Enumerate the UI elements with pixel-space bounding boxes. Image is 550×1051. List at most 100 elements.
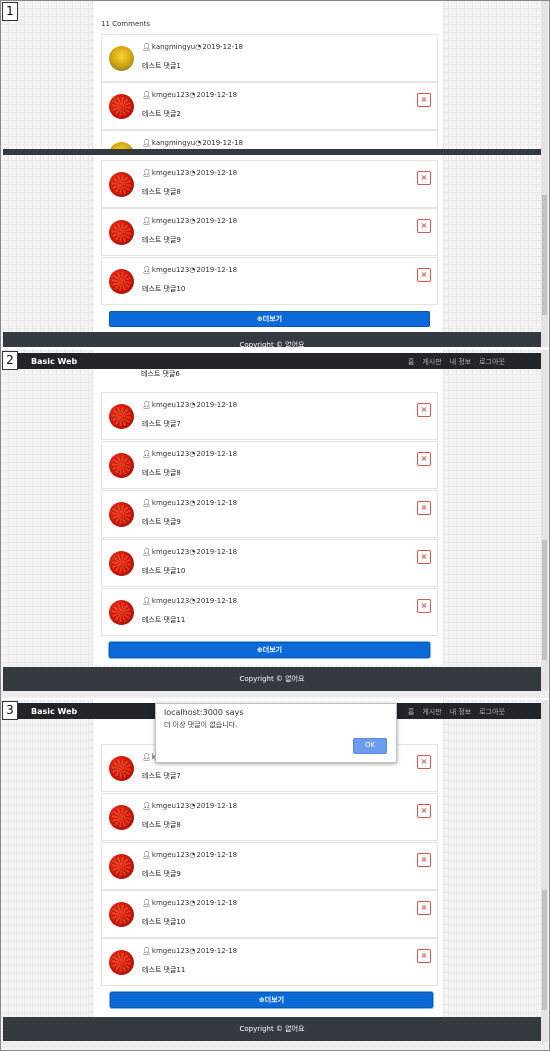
comment-text: 테스트 댓글2 xyxy=(142,110,181,118)
panel-1: 11 Comments 👤︎kangmingyu◔2019-12-18 테스트 … xyxy=(0,0,550,347)
vertical-scrollbar[interactable] xyxy=(541,700,548,1042)
delete-comment-button[interactable]: × xyxy=(417,93,431,107)
comment-meta: 👤︎kmgeu123◔2019-12-18 xyxy=(142,947,237,955)
nav-my-info[interactable]: 내 정보 xyxy=(450,358,472,366)
clock-icon: ◔ xyxy=(189,899,196,907)
comment-item: 👤︎kmgeu123◔2019-12-18 테스트 댓글8 × xyxy=(101,793,438,841)
comment-item: 👤︎kmgeu123◔2019-12-18 테스트 댓글10 × xyxy=(101,539,438,587)
comment-user: kmgeu123 xyxy=(151,499,190,507)
vertical-scrollbar[interactable] xyxy=(541,0,548,347)
comment-text: 테스트 댓글8 xyxy=(142,821,181,829)
clock-icon: ◔ xyxy=(195,139,202,147)
clock-icon: ◔ xyxy=(189,802,196,810)
delete-comment-button[interactable]: × xyxy=(417,403,431,417)
nav-logout[interactable]: 로그아웃 xyxy=(479,358,505,366)
footer: Copyright © 없어요 xyxy=(3,1017,541,1041)
delete-comment-button[interactable]: × xyxy=(417,171,431,185)
nav-board[interactable]: 게시판 xyxy=(422,358,441,366)
delete-comment-button[interactable]: × xyxy=(417,452,431,466)
avatar xyxy=(109,805,134,830)
avatar xyxy=(109,756,134,781)
avatar xyxy=(109,950,134,975)
comment-user: kmgeu123 xyxy=(151,91,190,99)
delete-comment-button[interactable]: × xyxy=(417,550,431,564)
ok-button[interactable]: OK xyxy=(353,738,387,754)
comment-user: kangmingyu xyxy=(151,139,196,147)
comment-text: 테스트 댓글7 xyxy=(142,772,181,780)
delete-comment-button[interactable]: × xyxy=(417,219,431,233)
delete-comment-button[interactable]: × xyxy=(417,501,431,515)
horizontal-scrollbar[interactable] xyxy=(3,1042,541,1048)
load-more-button[interactable]: ⊕더보기 xyxy=(110,992,433,1008)
avatar xyxy=(109,220,134,245)
avatar xyxy=(109,404,134,429)
navbar: Basic Web 홈 게시판 내 정보 로그아웃 xyxy=(3,353,541,369)
user-icon: 👤︎ xyxy=(142,43,151,51)
comment-meta: 👤︎kangmingyu◔2019-12-18 xyxy=(142,139,243,147)
comment-item: 👤︎kmgeu123◔2019-12-18 테스트 댓글11 × xyxy=(101,588,438,636)
comment-meta: 👤︎kmgeu123◔2019-12-18 xyxy=(142,548,237,556)
avatar xyxy=(109,551,134,576)
nav-my-info[interactable]: 내 정보 xyxy=(450,708,472,716)
clock-icon: ◔ xyxy=(189,91,196,99)
delete-comment-button[interactable]: × xyxy=(417,599,431,613)
comment-item: 👤︎kangmingyu◔2019-12-18 xyxy=(101,130,438,150)
comment-user: kmgeu123 xyxy=(151,266,190,274)
comment-date: 2019-12-18 xyxy=(196,169,238,177)
user-icon: 👤︎ xyxy=(142,899,151,907)
clock-icon: ◔ xyxy=(189,947,196,955)
clock-icon: ◔ xyxy=(189,217,196,225)
comments-count: 11 Comments xyxy=(101,20,151,28)
comment-meta: 👤︎kangmingyu◔2019-12-18 xyxy=(142,43,243,51)
comment-user: kangmingyu xyxy=(151,43,196,51)
delete-comment-button[interactable]: × xyxy=(417,755,431,769)
comment-text: 테스트 댓글9 xyxy=(142,518,181,526)
avatar xyxy=(109,46,134,71)
vertical-scrollbar[interactable] xyxy=(541,350,548,691)
user-icon: 👤︎ xyxy=(142,450,151,458)
comment-meta: 👤︎kmgeu123◔2019-12-18 xyxy=(142,851,237,859)
comment-text: 테스트 댓글11 xyxy=(142,966,186,974)
nav-home[interactable]: 홈 xyxy=(408,358,414,366)
avatar xyxy=(109,172,134,197)
nav-home[interactable]: 홈 xyxy=(408,708,414,716)
comment-user: kmgeu123 xyxy=(151,802,190,810)
comment-text: 테스트 댓글8 xyxy=(142,469,181,477)
brand-logo[interactable]: Basic Web xyxy=(31,707,77,716)
comment-text: 테스트 댓글9 xyxy=(142,870,181,878)
dialog-title: localhost:3000 says xyxy=(164,708,244,717)
brand-logo[interactable]: Basic Web xyxy=(31,357,77,366)
comment-item: 👤︎kmgeu123◔2019-12-18 테스트 댓글8 × xyxy=(101,441,438,489)
load-more-button[interactable]: ⊕더보기 xyxy=(109,311,430,327)
nav-logout[interactable]: 로그아웃 xyxy=(479,708,505,716)
delete-comment-button[interactable]: × xyxy=(417,268,431,282)
comment-item: 👤︎kmgeu123◔2019-12-18 테스트 댓글11 × xyxy=(101,938,438,986)
comment-meta: 👤︎kmgeu123◔2019-12-18 xyxy=(142,169,237,177)
delete-comment-button[interactable]: × xyxy=(417,804,431,818)
comment-item: 👤︎kmgeu123◔2019-12-18 테스트 댓글10 × xyxy=(101,890,438,938)
nav-board[interactable]: 게시판 xyxy=(422,708,441,716)
avatar xyxy=(109,453,134,478)
comment-item: 👤︎kmgeu123◔2019-12-18 테스트 댓글9 × xyxy=(101,208,438,256)
comment-meta: 👤︎kmgeu123◔2019-12-18 xyxy=(142,597,237,605)
comment-item: 👤︎kangmingyu◔2019-12-18 테스트 댓글1 xyxy=(101,34,438,82)
user-icon: 👤︎ xyxy=(142,851,151,859)
comment-date: 2019-12-18 xyxy=(196,401,238,409)
user-icon: 👤︎ xyxy=(142,266,151,274)
comment-item: 👤︎kmgeu123◔2019-12-18 테스트 댓글10 × xyxy=(101,257,438,305)
comment-text: 테스트 댓글10 xyxy=(142,918,186,926)
comment-text: 테스트 댓글11 xyxy=(142,616,186,624)
horizontal-scrollbar[interactable] xyxy=(3,691,541,697)
comment-date: 2019-12-18 xyxy=(196,266,238,274)
load-more-button[interactable]: ⊕더보기 xyxy=(109,642,430,658)
splice-divider xyxy=(3,149,541,155)
comment-date: 2019-12-18 xyxy=(196,499,238,507)
comment-date: 2019-12-18 xyxy=(196,91,238,99)
panel-number: 3 xyxy=(2,701,18,720)
user-icon: 👤︎ xyxy=(142,217,151,225)
delete-comment-button[interactable]: × xyxy=(417,949,431,963)
delete-comment-button[interactable]: × xyxy=(417,853,431,867)
footer: Copyright © 없어요 xyxy=(3,667,541,691)
delete-comment-button[interactable]: × xyxy=(417,901,431,915)
comment-user: kmgeu123 xyxy=(151,401,190,409)
